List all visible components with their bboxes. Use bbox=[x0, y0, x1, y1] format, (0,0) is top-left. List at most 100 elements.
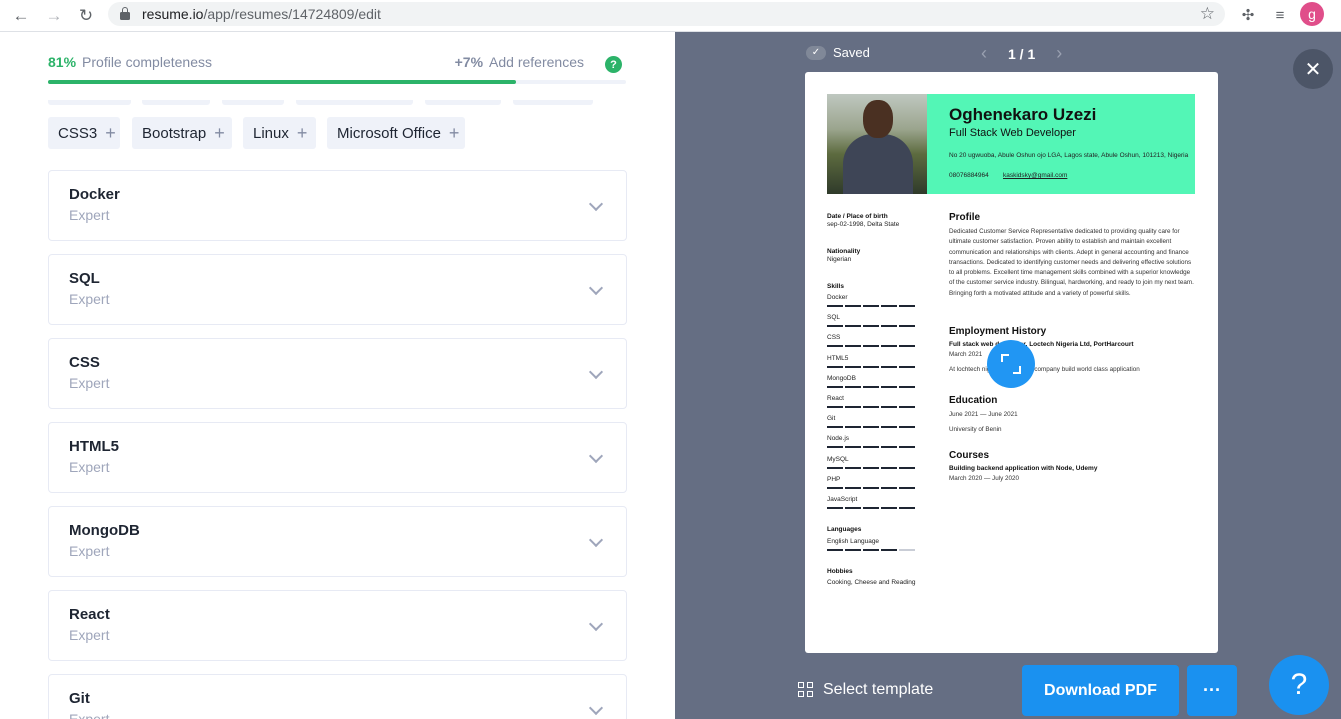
skill-level-bar bbox=[881, 345, 897, 348]
chevron-down-icon[interactable] bbox=[588, 616, 604, 632]
skill-level-bar bbox=[881, 466, 897, 469]
skill-name: Git bbox=[69, 690, 90, 707]
skill-level-bar bbox=[863, 466, 879, 469]
skill-level-bar bbox=[827, 406, 843, 408]
skill-level-bar bbox=[827, 486, 843, 489]
resume-skill-row: PHP bbox=[827, 476, 917, 496]
completeness-progress-fill bbox=[48, 80, 517, 84]
add-references-hint[interactable]: +7% Add references bbox=[455, 54, 584, 70]
skill-level-bar bbox=[827, 507, 843, 509]
resume-header: Oghenekaro Uzezi Full Stack Web Develope… bbox=[827, 94, 1195, 194]
chevron-down-icon[interactable] bbox=[588, 280, 604, 296]
skill-level-bar bbox=[845, 426, 861, 429]
skill-level: Expert bbox=[69, 711, 110, 719]
skill-card[interactable]: SQL Expert bbox=[48, 254, 627, 325]
language-level-bar bbox=[827, 549, 843, 551]
download-pdf-button[interactable]: Download PDF bbox=[1022, 665, 1179, 716]
plus-icon: + bbox=[448, 123, 460, 143]
skill-level-bar bbox=[881, 406, 897, 408]
plus-icon: + bbox=[105, 123, 116, 143]
suggested-skill-chip[interactable]: CSS3 + bbox=[48, 117, 120, 149]
skill-level-bar bbox=[827, 426, 843, 429]
resume-skill-row: CSS bbox=[827, 334, 917, 354]
grid-icon bbox=[798, 682, 814, 698]
skill-level-bar bbox=[899, 406, 915, 408]
address-bar[interactable]: resume.io/app/resumes/14724809/edit ☆ bbox=[108, 2, 1225, 26]
skill-level: Expert bbox=[69, 459, 110, 475]
skill-name: HTML5 bbox=[69, 438, 119, 455]
url-text: resume.io/app/resumes/14724809/edit bbox=[142, 6, 381, 22]
dob-section: Date / Place of birth sep-02-1998, Delta… bbox=[827, 213, 900, 228]
completeness-progress-bar bbox=[48, 80, 626, 84]
skill-level-bar bbox=[863, 345, 879, 348]
skill-level-bar bbox=[899, 466, 915, 469]
resume-address: No 20 ugwuoba, Abule Oshun ojo LGA, Lago… bbox=[949, 152, 1189, 159]
help-chat-button[interactable]: ? bbox=[1269, 655, 1329, 715]
skill-level-bar bbox=[899, 426, 915, 429]
forward-arrow-icon[interactable]: → bbox=[42, 4, 66, 28]
skill-card[interactable]: Git Expert bbox=[48, 674, 627, 719]
expand-preview-icon[interactable] bbox=[987, 340, 1035, 388]
education-section: Education June 2021 — June 2021 Universi… bbox=[949, 395, 1018, 434]
plus-icon: + bbox=[214, 123, 225, 143]
skill-name: Docker bbox=[69, 186, 120, 203]
resume-skill-row: MySQL bbox=[827, 456, 917, 476]
next-page-icon[interactable]: › bbox=[1049, 43, 1069, 64]
chevron-down-icon[interactable] bbox=[588, 196, 604, 212]
back-arrow-icon[interactable]: ← bbox=[9, 4, 33, 28]
lock-icon bbox=[120, 7, 130, 20]
hobbies-section: Hobbies Cooking, Cheese and Reading bbox=[827, 568, 916, 586]
completeness-help-icon[interactable]: ? bbox=[605, 56, 622, 73]
skill-level-bar bbox=[899, 345, 915, 348]
language-level-bar bbox=[881, 549, 897, 551]
employment-section: Employment History Full stack web develo… bbox=[949, 326, 1140, 374]
chevron-down-icon[interactable] bbox=[588, 532, 604, 548]
saved-status: ✓ Saved bbox=[806, 45, 870, 60]
reload-icon[interactable]: ↻ bbox=[74, 4, 98, 28]
resume-skill-row: React bbox=[827, 395, 917, 415]
skill-level-bar bbox=[899, 446, 915, 449]
skill-level-bar bbox=[827, 325, 843, 328]
skill-level-bar bbox=[845, 446, 861, 449]
skill-level-bar bbox=[881, 507, 897, 509]
completeness-percent: 81% bbox=[48, 54, 77, 70]
resume-skill-row: Docker bbox=[827, 294, 917, 314]
skill-level-bar bbox=[863, 507, 879, 509]
select-template-button[interactable]: Select template bbox=[798, 681, 933, 699]
language-level-bar bbox=[863, 549, 879, 551]
skill-level-bar bbox=[881, 365, 897, 368]
suggested-skill-chip[interactable]: Microsoft Office + bbox=[327, 117, 465, 149]
reading-list-icon[interactable]: ≡ bbox=[1269, 4, 1291, 26]
skill-level-bar bbox=[863, 325, 879, 328]
skill-level: Expert bbox=[69, 543, 110, 559]
skill-level-bar bbox=[899, 385, 915, 388]
close-preview-button[interactable]: ✕ bbox=[1293, 49, 1333, 89]
skill-card[interactable]: MongoDB Expert bbox=[48, 506, 627, 577]
skill-level-bar bbox=[845, 507, 861, 509]
skill-card[interactable]: Docker Expert bbox=[48, 170, 627, 241]
chevron-down-icon[interactable] bbox=[588, 700, 604, 716]
skill-card[interactable]: React Expert bbox=[48, 590, 627, 661]
skill-card[interactable]: CSS Expert bbox=[48, 338, 627, 409]
skill-level-bar bbox=[881, 486, 897, 489]
skill-name: React bbox=[69, 606, 110, 623]
skill-level-bar bbox=[881, 325, 897, 328]
skill-level-bar bbox=[881, 446, 897, 449]
prev-page-icon[interactable]: ‹ bbox=[974, 43, 994, 64]
skill-level-bar bbox=[845, 466, 861, 469]
completeness-label: Profile completeness bbox=[82, 54, 212, 70]
extensions-puzzle-icon[interactable]: ✣ bbox=[1237, 4, 1259, 26]
suggested-skill-chip[interactable]: Linux + bbox=[243, 117, 316, 149]
skill-level-bar bbox=[899, 365, 915, 368]
chevron-down-icon[interactable] bbox=[588, 448, 604, 464]
skill-level-bar bbox=[845, 385, 861, 388]
suggested-skill-chip[interactable]: Bootstrap + bbox=[132, 117, 232, 149]
chevron-down-icon[interactable] bbox=[588, 364, 604, 380]
skill-card[interactable]: HTML5 Expert bbox=[48, 422, 627, 493]
more-options-button[interactable]: ··· bbox=[1187, 665, 1237, 716]
nationality-section: Nationality Nigerian bbox=[827, 248, 861, 263]
profile-photo bbox=[827, 94, 927, 194]
bookmark-star-icon[interactable]: ☆ bbox=[1200, 4, 1215, 24]
profile-avatar[interactable]: g bbox=[1300, 2, 1324, 26]
skill-name: MongoDB bbox=[69, 522, 140, 539]
